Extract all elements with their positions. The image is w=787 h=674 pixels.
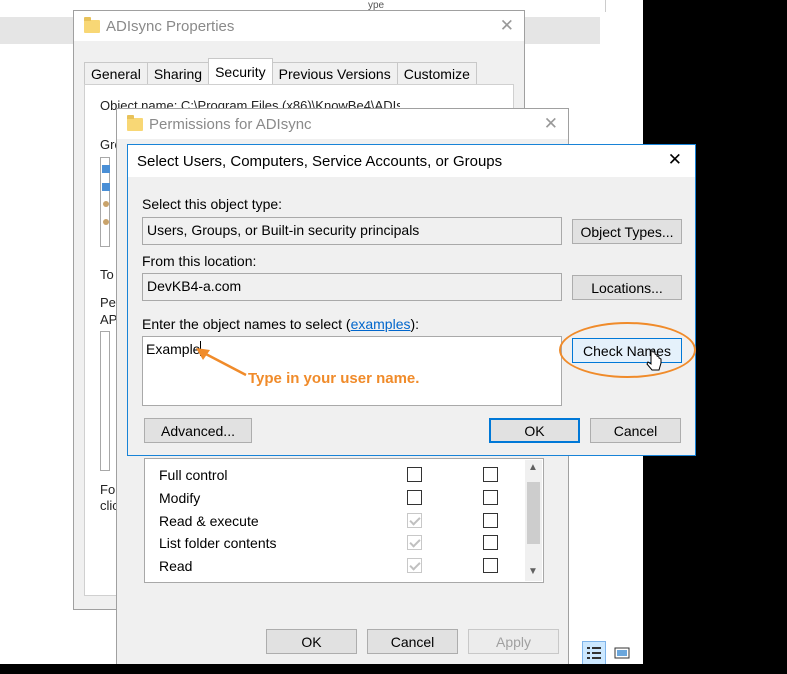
details-view-icon[interactable] [582, 641, 606, 665]
permissions-titlebar: Permissions for ADIsync ✕ [117, 109, 568, 139]
allow-checkbox[interactable] [407, 490, 422, 505]
tab-customize[interactable]: Customize [396, 62, 477, 84]
object-type-label: Select this object type: [142, 196, 283, 212]
screen-bottom-edge [0, 664, 787, 674]
object-types-button[interactable]: Object Types... [572, 219, 682, 244]
deny-checkbox[interactable] [483, 467, 498, 482]
to-fragment: To [100, 267, 114, 282]
annotation-text: Type in your user name. [248, 370, 420, 387]
select-users-title: Select Users, Computers, Service Account… [137, 152, 503, 170]
tab-security[interactable]: Security [208, 58, 273, 84]
apply-button: Apply [468, 629, 559, 654]
permission-label: Read [159, 558, 193, 574]
tab-previous-versions[interactable]: Previous Versions [271, 62, 398, 84]
cancel-button[interactable]: Cancel [590, 418, 681, 443]
check-names-highlight [559, 322, 696, 378]
deny-checkbox[interactable] [483, 513, 498, 528]
location-field: DevKB4-a.com [142, 273, 562, 301]
properties-title: ADIsync Properties [106, 17, 235, 35]
ok-button[interactable]: OK [266, 629, 357, 654]
advanced-button[interactable]: Advanced... [144, 418, 252, 443]
permission-label: Full control [159, 467, 228, 483]
tab-sharing[interactable]: Sharing [146, 62, 210, 84]
permission-label: Read & execute [159, 513, 259, 529]
permissions-scrollbar[interactable]: ▲ ▼ [525, 460, 542, 581]
location-label: From this location: [142, 253, 257, 269]
deny-checkbox[interactable] [483, 535, 498, 550]
group-list-edge [100, 157, 110, 247]
folder-icon [127, 114, 143, 131]
tab-general[interactable]: General [84, 62, 148, 84]
permission-row: Full control [159, 465, 519, 487]
properties-titlebar: ADIsync Properties ✕ [74, 11, 524, 41]
close-icon[interactable]: ✕ [544, 114, 558, 134]
names-label-text: Enter the object names to select ( [142, 316, 351, 332]
mouse-cursor-icon [646, 350, 662, 371]
user-group-icon [102, 165, 110, 173]
annotation-arrow-icon [196, 348, 247, 377]
pe-fragment: Pe [100, 295, 116, 310]
folder-icon [84, 16, 100, 33]
permission-row: List folder contents [159, 533, 519, 555]
deny-checkbox[interactable] [483, 490, 498, 505]
permissions-title: Permissions for ADIsync [149, 115, 312, 133]
permissions-list: Full control Modify Read & execute List … [144, 458, 544, 583]
permissions-list-edge [100, 331, 110, 471]
permission-row: Modify [159, 488, 519, 510]
object-type-field: Users, Groups, or Built-in security prin… [142, 217, 562, 245]
locations-button[interactable]: Locations... [572, 275, 682, 300]
names-label: Enter the object names to select (exampl… [142, 316, 419, 332]
close-icon[interactable]: ✕ [668, 150, 682, 170]
deny-checkbox[interactable] [483, 558, 498, 573]
ap-fragment: AP [100, 312, 118, 327]
allow-checkbox [407, 558, 422, 573]
permission-row: Read [159, 556, 519, 578]
select-users-titlebar: Select Users, Computers, Service Account… [128, 145, 695, 177]
close-icon[interactable]: ✕ [500, 16, 514, 36]
cancel-button[interactable]: Cancel [367, 629, 458, 654]
explorer-column-divider [605, 0, 606, 12]
view-switcher [582, 641, 634, 665]
names-label-suffix: ): [410, 316, 420, 332]
allow-checkbox [407, 535, 422, 550]
permission-row: Read & execute [159, 511, 519, 533]
allow-checkbox[interactable] [407, 467, 422, 482]
user-icon [103, 201, 109, 207]
properties-tabs: General Sharing Security Previous Versio… [84, 58, 477, 84]
permission-label: Modify [159, 490, 201, 506]
user-group-icon [102, 183, 110, 191]
chevron-up-icon[interactable]: ▲ [528, 462, 538, 473]
ok-button[interactable]: OK [489, 418, 580, 443]
large-icons-view-icon[interactable] [610, 641, 634, 665]
user-icon [103, 219, 109, 225]
permission-label: List folder contents [159, 535, 277, 551]
allow-checkbox [407, 513, 422, 528]
chevron-down-icon[interactable]: ▼ [528, 566, 538, 577]
select-users-dialog: Select Users, Computers, Service Account… [127, 144, 696, 456]
scrollbar-thumb[interactable] [527, 482, 540, 544]
examples-link[interactable]: examples [351, 316, 411, 332]
